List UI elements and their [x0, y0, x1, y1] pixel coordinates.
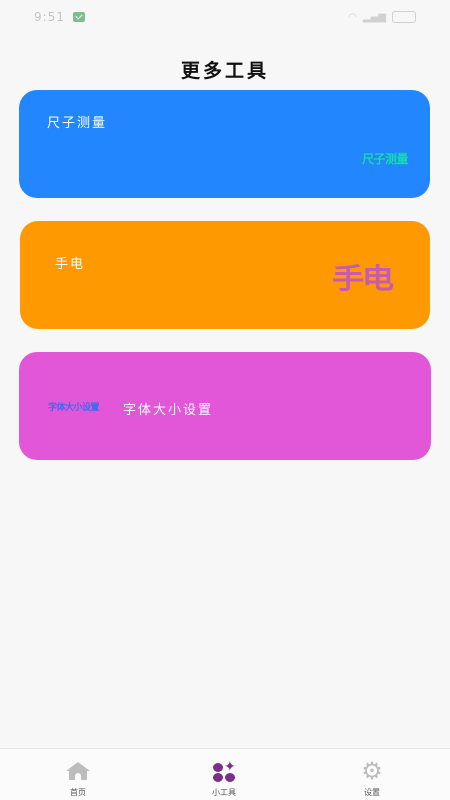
battery-icon	[392, 11, 416, 23]
flashlight-tool-card[interactable]: 手电 手电	[20, 221, 430, 329]
home-icon	[64, 759, 92, 785]
flashlight-card-label: 手电	[55, 257, 86, 272]
ruler-card-label: 尺子测量	[47, 116, 108, 131]
flashlight-card-artwork: 手电	[332, 262, 394, 295]
ruler-tool-card[interactable]: 尺子测量 尺子测量	[19, 90, 430, 198]
tab-tools-label: 小工具	[212, 788, 236, 797]
page-title: 更多工具	[180, 60, 269, 82]
tab-settings-label: 设置	[364, 788, 380, 797]
tab-settings[interactable]: ⚙ 设置	[322, 749, 422, 800]
bottom-tab-bar: 首页 ✦ 小工具 ⚙ 设置	[0, 748, 450, 800]
status-bar: 9:51 ◠ ▂▄▆	[0, 0, 450, 34]
ruler-card-artwork: 尺子测量	[361, 152, 409, 166]
tab-home[interactable]: 首页	[28, 749, 128, 800]
tab-home-label: 首页	[70, 788, 86, 797]
font-size-card-label: 字体大小设置	[123, 403, 214, 418]
tools-grid-icon: ✦	[210, 759, 238, 785]
status-time: 9:51	[34, 10, 65, 24]
tab-tools[interactable]: ✦ 小工具	[174, 749, 274, 800]
font-size-card-artwork: 字体大小设置	[48, 403, 100, 413]
notification-icon	[72, 12, 85, 22]
wifi-icon: ◠	[348, 11, 357, 23]
signal-icon: ▂▄▆	[362, 11, 386, 23]
gear-icon: ⚙	[361, 757, 383, 785]
font-size-tool-card[interactable]: 字体大小设置 字体大小设置	[19, 352, 431, 460]
